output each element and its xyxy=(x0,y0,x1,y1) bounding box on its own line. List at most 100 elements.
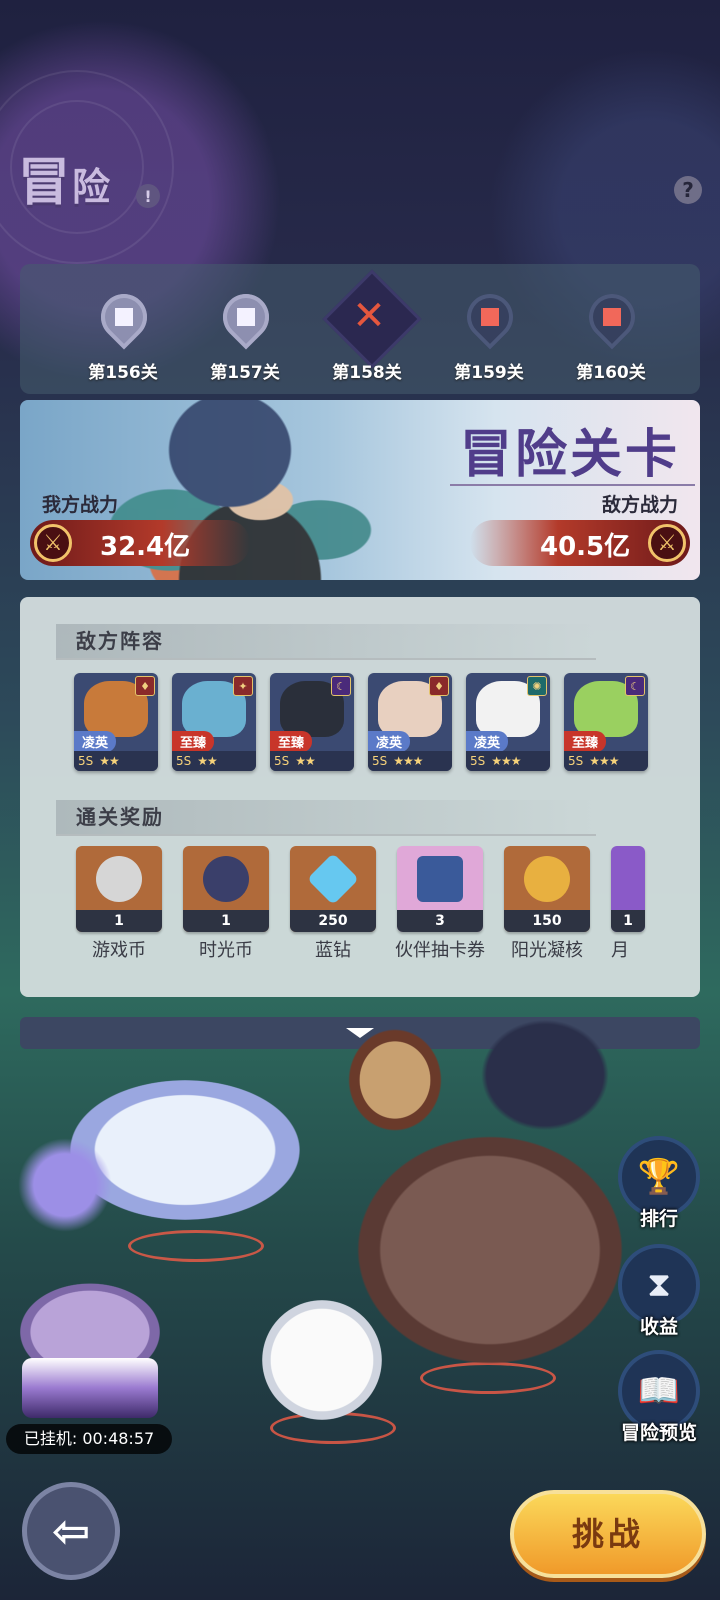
hero-stars: ★★ xyxy=(99,754,119,768)
enemy-power-label: 敌方战力 xyxy=(601,494,678,516)
title-char-2: 险 xyxy=(72,165,113,209)
afk-timer: 已挂机: 00:48:57 xyxy=(6,1424,172,1454)
page-title: 冒险 xyxy=(18,140,112,215)
earnings-label: 收益 xyxy=(639,1316,678,1338)
stage-item[interactable]: 第156关 xyxy=(73,264,173,394)
hero-tier: 凌英 xyxy=(74,731,117,752)
my-power-bar: ⚔ 32.4亿 xyxy=(30,520,250,566)
back-button[interactable]: ⇦ xyxy=(22,1482,120,1580)
hero-tier: 至臻 xyxy=(564,731,607,752)
hero-tier: 至臻 xyxy=(270,731,313,752)
stage-item[interactable]: 第160关 xyxy=(561,264,661,394)
reward-item[interactable]: 3 xyxy=(397,846,483,932)
faction-icon: ☾ xyxy=(331,676,351,696)
afk-time-value: 00:48:57 xyxy=(82,1429,155,1448)
info-icon[interactable]: ! xyxy=(136,184,160,208)
faction-icon: ♦ xyxy=(135,676,155,696)
faction-icon: ☾ xyxy=(625,676,645,696)
adventure-preview-button[interactable]: 📖 冒险预览 xyxy=(614,1350,704,1445)
hero-level-row: 5S ★★ xyxy=(172,751,256,771)
card-ticket-icon xyxy=(417,856,463,902)
adventure-preview-label: 冒险预览 xyxy=(620,1422,697,1444)
reward-item[interactable]: 1 xyxy=(183,846,269,932)
enemy-hero-card[interactable]: ✦ 至臻 5S ★★ xyxy=(172,673,256,771)
reward-count: 250 xyxy=(290,910,376,932)
reward-item[interactable]: 150 xyxy=(504,846,590,932)
enemy-hero-card[interactable]: ♦ 凌英 5S ★★ xyxy=(74,673,158,771)
sword-power-icon: ⚔ xyxy=(34,524,72,562)
stage-banner: 冒险关卡 我方战力 敌方战力 ⚔ 32.4亿 40.5亿 ⚔ xyxy=(20,400,700,580)
help-icon[interactable]: ? xyxy=(674,176,702,204)
my-power-label: 我方战力 xyxy=(42,494,119,516)
hero-tier: 凌英 xyxy=(466,731,509,752)
stage-cleared-icon xyxy=(91,284,157,350)
reward-item[interactable]: 1 xyxy=(76,846,162,932)
reward-name: 蓝钻 xyxy=(315,940,351,961)
stage-label: 第160关 xyxy=(576,363,646,383)
reward-count: 1 xyxy=(76,910,162,932)
challenge-button[interactable]: 挑战 xyxy=(510,1490,706,1578)
stage-label: 第157关 xyxy=(210,363,280,383)
reward-item[interactable]: 1 xyxy=(611,846,645,932)
ranking-label: 排行 xyxy=(639,1208,678,1230)
dark-warrior xyxy=(470,1010,620,1140)
afk-label: 已挂机: xyxy=(23,1429,78,1448)
back-arrow-icon: ⇦ xyxy=(51,1504,91,1558)
hero-level: 5S xyxy=(176,754,192,768)
blue-diamond-icon xyxy=(306,852,360,906)
hero-tier: 至臻 xyxy=(172,731,215,752)
hero-stars: ★★★ xyxy=(393,754,423,768)
divider xyxy=(450,484,695,486)
reward-name: 伙伴抽卡券 xyxy=(395,940,485,961)
crossed-swords-icon: ✕ xyxy=(352,293,386,339)
werewolf xyxy=(350,1130,630,1370)
hero-level-row: 5S ★★★ xyxy=(564,751,648,771)
swordsman xyxy=(340,1020,450,1140)
stage-item[interactable]: 第157关 xyxy=(195,264,295,394)
hero-stars: ★★★ xyxy=(491,754,521,768)
time-coin-icon xyxy=(203,856,249,902)
earnings-button[interactable]: ⧗ 收益 xyxy=(614,1244,704,1339)
enemy-hero-card[interactable]: ✺ 凌英 5S ★★★ xyxy=(466,673,550,771)
afk-pet-avatar[interactable] xyxy=(18,1282,162,1422)
stage-item[interactable]: 第159关 xyxy=(439,264,539,394)
reward-name: 游戏币 xyxy=(92,940,146,961)
hero-level-row: 5S ★★ xyxy=(74,751,158,771)
enemy-power-value: 40.5亿 xyxy=(540,532,631,562)
stage-item-current[interactable]: ✕ 第158关 xyxy=(317,264,422,394)
my-power-value: 32.4亿 xyxy=(100,532,191,562)
sunlight-core-icon xyxy=(524,856,570,902)
hero-stars: ★★ xyxy=(295,754,315,768)
sword-power-icon: ⚔ xyxy=(648,524,686,562)
hero-stars: ★★★ xyxy=(589,754,619,768)
white-yeti xyxy=(262,1300,382,1420)
hero-level: 5S xyxy=(568,754,584,768)
reward-name: 月 xyxy=(611,940,629,961)
stage-label: 第159关 xyxy=(454,363,524,383)
reward-count: 1 xyxy=(611,910,645,932)
enemy-hero-card[interactable]: ☾ 至臻 5S ★★★ xyxy=(564,673,648,771)
hero-tier: 凌英 xyxy=(368,731,411,752)
stage-label: 第156关 xyxy=(88,363,158,383)
game-coin-icon xyxy=(96,856,142,902)
hero-level-row: 5S ★★★ xyxy=(466,751,550,771)
reward-item[interactable]: 250 xyxy=(290,846,376,932)
crystal-base xyxy=(22,1358,158,1418)
hero-level: 5S xyxy=(470,754,486,768)
hero-level-row: 5S ★★★ xyxy=(368,751,452,771)
stage-locked-icon xyxy=(579,284,645,350)
enemy-hero-card[interactable]: ☾ 至臻 5S ★★ xyxy=(270,673,354,771)
hero-level-row: 5S ★★ xyxy=(270,751,354,771)
enemy-hero-card[interactable]: ♦ 凌英 5S ★★★ xyxy=(368,673,452,771)
banner-title: 冒险关卡 xyxy=(459,425,680,485)
reward-count: 1 xyxy=(183,910,269,932)
ranking-button[interactable]: 🏆 排行 xyxy=(614,1136,704,1231)
stage-cleared-icon xyxy=(213,284,279,350)
faction-icon: ♦ xyxy=(429,676,449,696)
hero-level: 5S xyxy=(274,754,290,768)
unicorn-tail xyxy=(10,1130,120,1240)
faction-icon: ✺ xyxy=(527,676,547,696)
reward-count: 150 xyxy=(504,910,590,932)
rewards-title: 通关奖励 xyxy=(56,800,596,836)
hero-stars: ★★ xyxy=(197,754,217,768)
